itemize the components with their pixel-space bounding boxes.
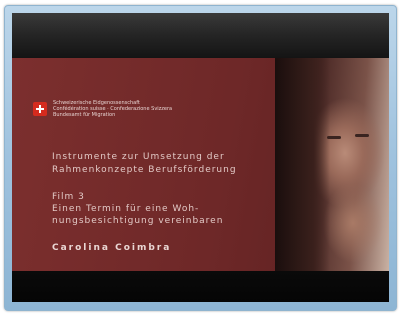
subtitle-line: Einen Termin für eine Woh- [52, 204, 200, 214]
video-top-letterbox [12, 13, 389, 58]
title-line: Rahmenkonzepte Berufsförderung [52, 165, 237, 175]
video-bottom-letterbox [12, 271, 389, 302]
swiss-cross-icon [33, 102, 47, 116]
subtitle-line: Film 3 [52, 192, 85, 202]
title-slide: Schweizerische Eidgenossenschaft Confédé… [12, 58, 389, 271]
department-name: Schweizerische Eidgenossenschaft Confédé… [53, 100, 172, 118]
title-line: Instrumente zur Umsetzung der [52, 152, 225, 162]
eye-right [355, 134, 369, 137]
slide-title: Instrumente zur Umsetzung der Rahmenkonz… [52, 151, 237, 177]
slide-subtitle: Film 3 Einen Termin für eine Woh- nungsb… [52, 191, 223, 227]
subtitle-line: nungsbesichtigung vereinbaren [52, 216, 224, 226]
author-name: Carolina Coimbra [52, 243, 172, 253]
video-screen[interactable]: Schweizerische Eidgenossenschaft Confédé… [12, 13, 389, 302]
eye-left [327, 136, 341, 139]
hair-shadow [275, 58, 330, 271]
woman-portrait-photo [275, 58, 389, 271]
department-line: Bundesamt für Migration [53, 112, 116, 118]
